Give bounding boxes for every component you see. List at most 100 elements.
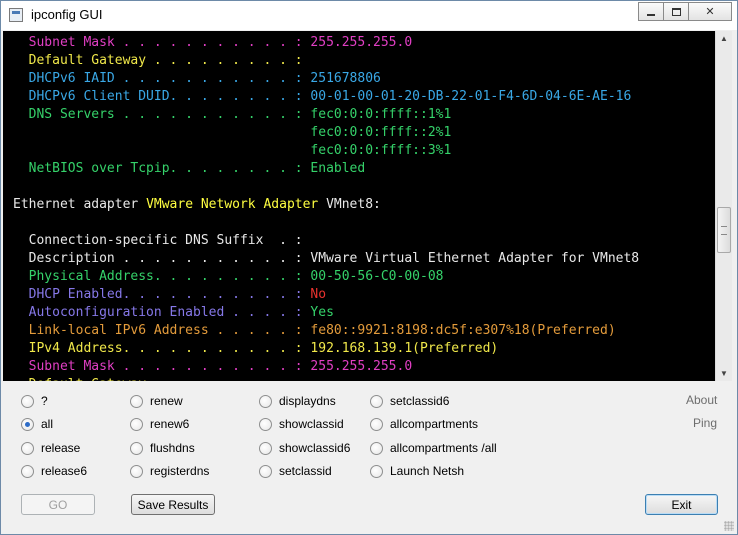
option-label: registerdns xyxy=(150,464,210,478)
radio-button[interactable] xyxy=(21,464,34,478)
option-all[interactable]: all xyxy=(21,417,53,431)
scroll-up-icon[interactable]: ▲ xyxy=(720,34,728,43)
option-showclassid6[interactable]: showclassid6 xyxy=(259,441,350,455)
console-text: Link-local IPv6 Address . . . . . : fe80… xyxy=(13,323,616,338)
app-icon xyxy=(9,8,23,22)
option-label: release xyxy=(41,441,81,455)
radio-button[interactable] xyxy=(21,394,34,408)
console-text: VMware Network Adapter xyxy=(146,197,319,212)
console-line: DNS Servers . . . . . . . . . . . : fec0… xyxy=(13,106,452,124)
option-label: showclassid6 xyxy=(279,441,351,455)
console-line: Subnet Mask . . . . . . . . . . . : 255.… xyxy=(13,34,413,52)
about-link[interactable]: About xyxy=(686,393,717,407)
radio-button[interactable] xyxy=(21,441,34,455)
option-label: Launch Netsh xyxy=(390,464,465,478)
option-allcompartments-all[interactable]: allcompartments /all xyxy=(370,441,497,455)
console-line: Description . . . . . . . . . . . : VMwa… xyxy=(13,250,640,268)
console-text: Subnet Mask . . . . . . . . . . . : 255.… xyxy=(13,35,413,50)
console-line: Connection-specific DNS Suffix . : xyxy=(13,232,303,250)
console-text: DHCPv6 Client DUID. . . . . . . . : 00-0… xyxy=(13,89,632,104)
resize-grip[interactable] xyxy=(724,521,734,531)
console-scrollbar[interactable]: ▲ ▼ xyxy=(715,31,732,381)
option-allcompartments[interactable]: allcompartments xyxy=(370,417,478,431)
radio-button[interactable] xyxy=(130,417,143,431)
go-button[interactable]: GO xyxy=(21,494,95,515)
option-showclassid[interactable]: showclassid xyxy=(259,417,344,431)
option-label: displaydns xyxy=(279,394,336,408)
console-text: Yes xyxy=(310,305,334,320)
radio-button[interactable] xyxy=(259,394,272,408)
option-registerdns[interactable]: registerdns xyxy=(130,464,209,478)
radio-button[interactable] xyxy=(259,417,272,431)
output-console[interactable]: Subnet Mask . . . . . . . . . . . : 255.… xyxy=(3,31,715,381)
option-help[interactable]: ? xyxy=(21,394,48,408)
maximize-button[interactable] xyxy=(663,2,689,21)
radio-button[interactable] xyxy=(130,464,143,478)
console-text: Subnet Mask . . . . . . . . . . . : 255.… xyxy=(13,359,413,374)
radio-button[interactable] xyxy=(259,464,272,478)
console-text: Default Gateway . . . . . . . . . : xyxy=(13,53,303,68)
option-label: setclassid xyxy=(279,464,332,478)
option-launch-netsh[interactable]: Launch Netsh xyxy=(370,464,464,478)
console-line: DHCP Enabled. . . . . . . . . . . : No xyxy=(13,286,326,304)
option-setclassid[interactable]: setclassid xyxy=(259,464,332,478)
console-text: fec0:0:0:ffff::3%1 xyxy=(13,143,452,158)
radio-button[interactable] xyxy=(21,417,34,431)
option-displaydns[interactable]: displaydns xyxy=(259,394,336,408)
radio-button[interactable] xyxy=(370,417,383,431)
console-line: Default Gateway . . . . . . . . . : xyxy=(13,376,303,381)
radio-button[interactable] xyxy=(259,441,272,455)
console-line: Autoconfiguration Enabled . . . . : Yes xyxy=(13,304,334,322)
save-results-button[interactable]: Save Results xyxy=(131,494,215,515)
option-label: renew6 xyxy=(150,417,190,431)
option-label: showclassid xyxy=(279,417,344,431)
radio-button[interactable] xyxy=(130,441,143,455)
console-line: Subnet Mask . . . . . . . . . . . : 255.… xyxy=(13,358,413,376)
console-text: VMnet8: xyxy=(318,197,381,212)
console-line: IPv4 Address. . . . . . . . . . . : 192.… xyxy=(13,340,499,358)
option-flushdns[interactable]: flushdns xyxy=(130,441,195,455)
option-label: all xyxy=(41,417,54,431)
option-setclassid6[interactable]: setclassid6 xyxy=(370,394,449,408)
scroll-down-icon[interactable]: ▼ xyxy=(720,369,728,378)
ping-link[interactable]: Ping xyxy=(693,416,717,430)
console-text: Physical Address. . . . . . . . . : 00-5… xyxy=(13,269,444,284)
console-line: Ethernet adapter VMware Network Adapter … xyxy=(13,196,381,214)
option-release6[interactable]: release6 xyxy=(21,464,87,478)
console-text: Description . . . . . . . . . . . : VMwa… xyxy=(13,251,640,266)
window-title: ipconfig GUI xyxy=(31,7,103,22)
console-text: Default Gateway . . . . . . . . . : xyxy=(13,377,303,381)
radio-button[interactable] xyxy=(370,464,383,478)
maximize-icon xyxy=(671,7,681,16)
console-text: Autoconfiguration Enabled . . . . : xyxy=(13,305,311,320)
console-text: NetBIOS over Tcpip. . . . . . . . : Enab… xyxy=(13,161,366,176)
console-line: DHCPv6 IAID . . . . . . . . . . . : 2516… xyxy=(13,70,381,88)
console-text: Connection-specific DNS Suffix . : xyxy=(13,233,303,248)
option-label: allcompartments /all xyxy=(390,441,497,455)
option-label: setclassid6 xyxy=(390,394,450,408)
minimize-icon xyxy=(647,13,655,16)
console-line: Link-local IPv6 Address . . . . . : fe80… xyxy=(13,322,616,340)
console-text: DHCPv6 IAID . . . . . . . . . . . : 2516… xyxy=(13,71,381,86)
close-button[interactable]: ✕ xyxy=(688,2,732,21)
scroll-thumb[interactable] xyxy=(717,207,731,253)
console-line: Default Gateway . . . . . . . . . : xyxy=(13,52,303,70)
console-line: Physical Address. . . . . . . . . : 00-5… xyxy=(13,268,444,286)
console-line: NetBIOS over Tcpip. . . . . . . . : Enab… xyxy=(13,160,366,178)
exit-button[interactable]: Exit xyxy=(645,494,718,515)
console-line: fec0:0:0:ffff::2%1 xyxy=(13,124,451,142)
option-renew6[interactable]: renew6 xyxy=(130,417,189,431)
title-bar: ipconfig GUI ✕ xyxy=(1,1,737,30)
option-label: flushdns xyxy=(150,441,195,455)
radio-button[interactable] xyxy=(130,394,143,408)
console-line: DHCPv6 Client DUID. . . . . . . . : 00-0… xyxy=(13,88,632,106)
caption-buttons: ✕ xyxy=(638,2,732,21)
radio-button[interactable] xyxy=(370,394,383,408)
option-release[interactable]: release xyxy=(21,441,80,455)
option-renew[interactable]: renew xyxy=(130,394,183,408)
console-text: Ethernet adapter xyxy=(13,197,147,212)
console-text: No xyxy=(310,287,327,302)
radio-button[interactable] xyxy=(370,441,383,455)
option-label: release6 xyxy=(41,464,88,478)
minimize-button[interactable] xyxy=(638,2,664,21)
